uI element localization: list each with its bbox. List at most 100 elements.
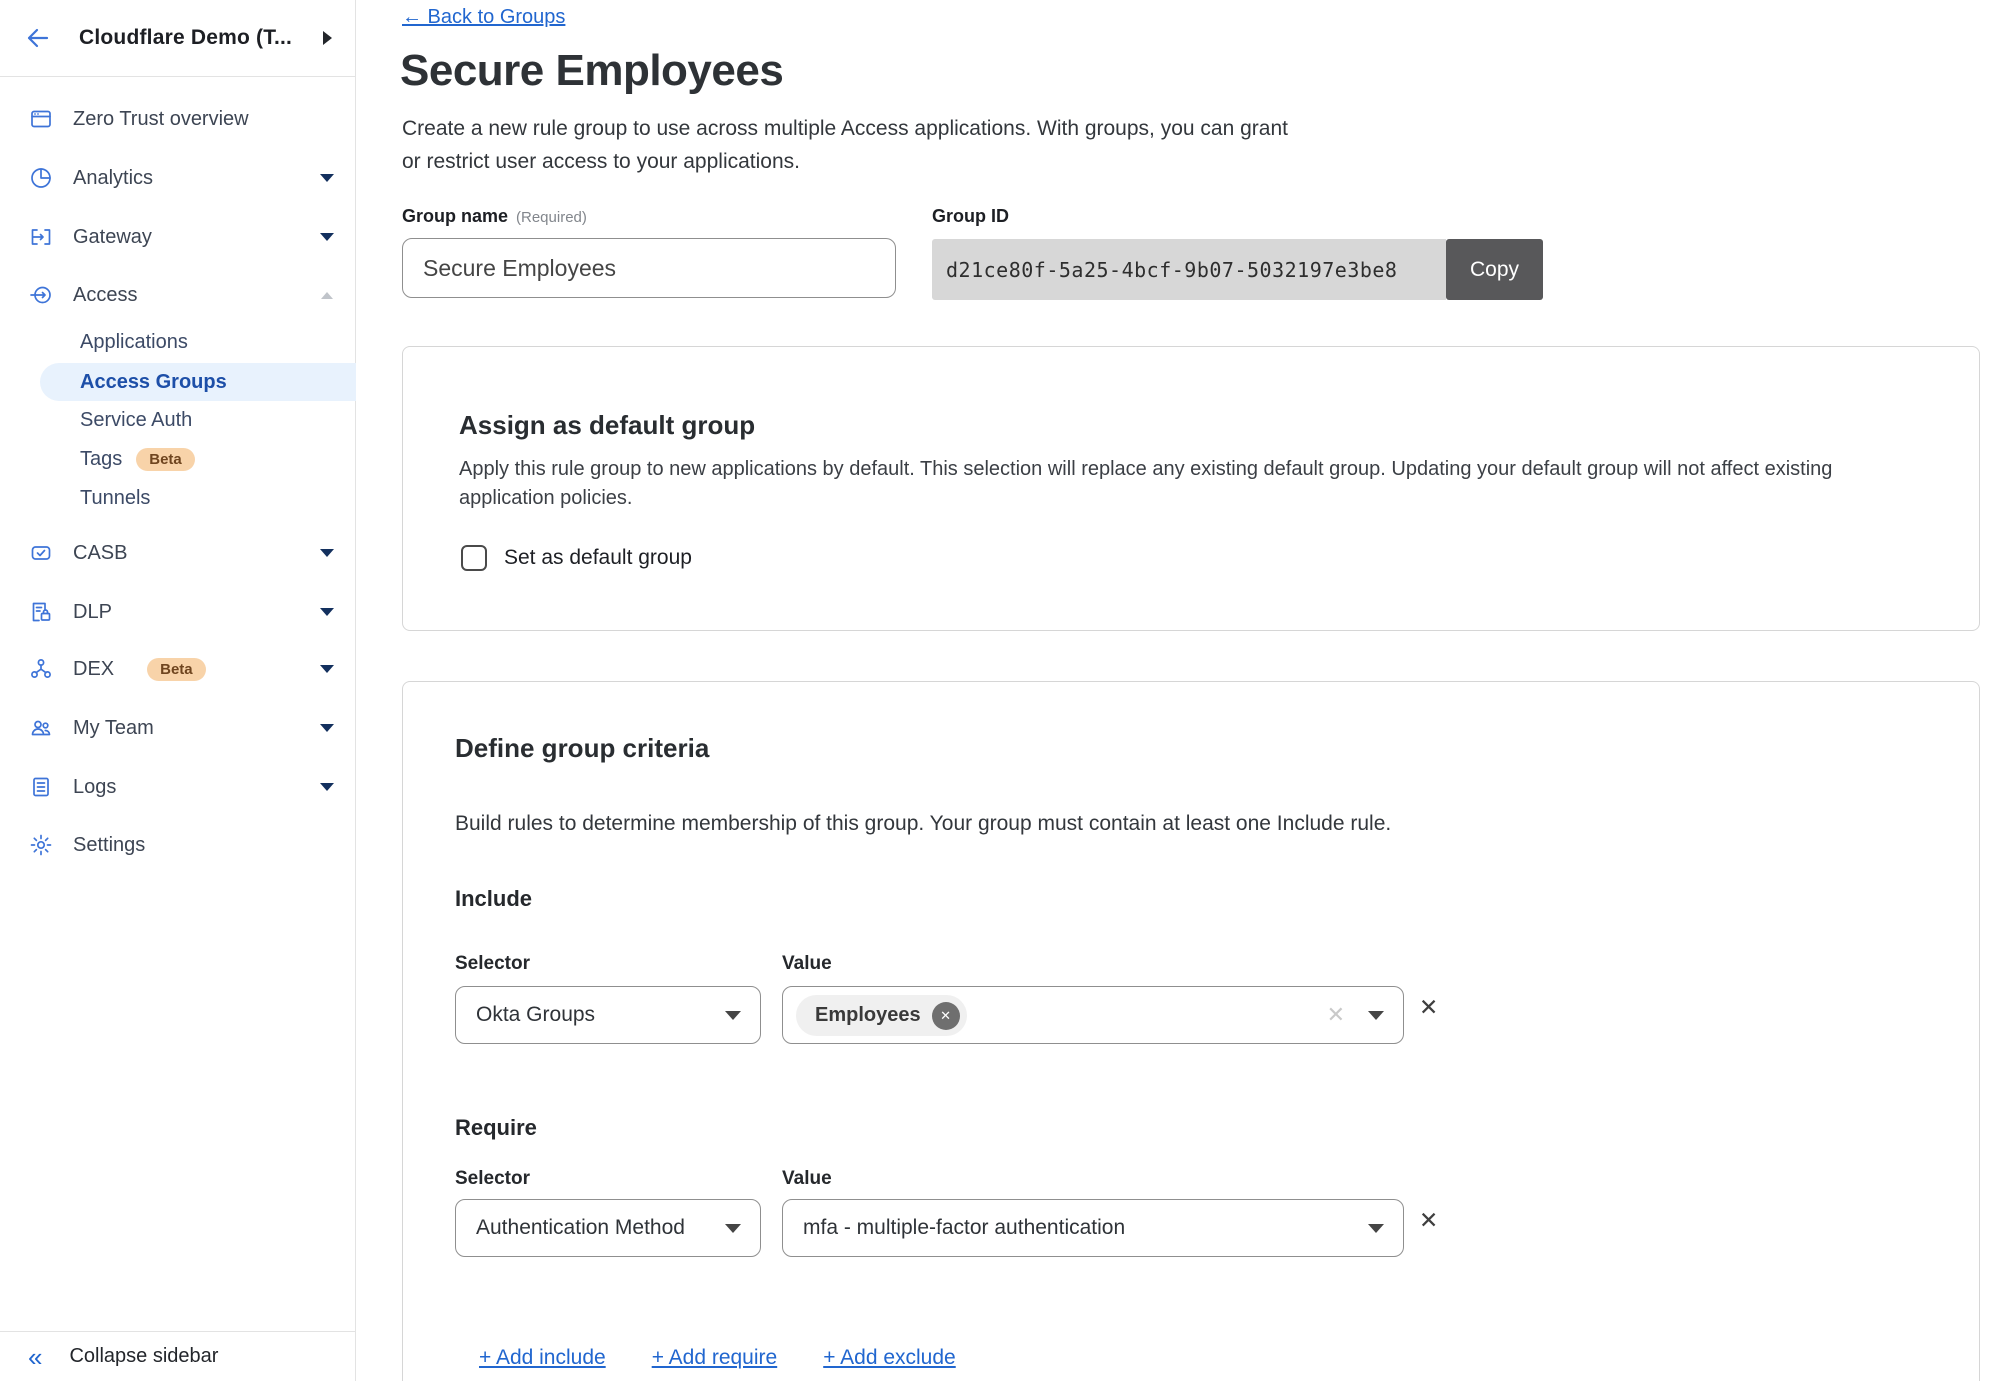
remove-include-rule-icon[interactable]: ✕ bbox=[1419, 996, 1438, 1019]
back-arrow-icon[interactable] bbox=[25, 25, 51, 51]
sidebar-item-label: Analytics bbox=[73, 167, 153, 190]
account-title: Cloudflare Demo (T... bbox=[79, 26, 292, 50]
chip-remove-icon[interactable]: ✕ bbox=[932, 1002, 960, 1030]
collapse-chevrons-icon: « bbox=[28, 1344, 42, 1370]
log-document-icon bbox=[28, 774, 54, 800]
require-heading: Require bbox=[455, 1115, 537, 1141]
clear-values-icon[interactable]: ✕ bbox=[1327, 1004, 1345, 1026]
sidebar-item-analytics[interactable]: Analytics bbox=[0, 158, 356, 198]
pie-chart-icon bbox=[28, 165, 54, 191]
remove-require-rule-icon[interactable]: ✕ bbox=[1419, 1209, 1438, 1232]
collapse-sidebar-button[interactable]: « Collapse sidebar bbox=[0, 1331, 356, 1381]
criteria-card-title: Define group criteria bbox=[455, 732, 709, 764]
collapse-sidebar-label: Collapse sidebar bbox=[69, 1345, 218, 1368]
zero-trust-access-group-page: Cloudflare Demo (T... Zero Trust overvie… bbox=[0, 0, 1999, 1381]
page-description: Create a new rule group to use across mu… bbox=[402, 112, 1288, 178]
sidebar-item-zero-trust-overview[interactable]: Zero Trust overview bbox=[0, 99, 356, 139]
set-default-group-label: Set as default group bbox=[504, 546, 692, 570]
chevron-down-icon bbox=[725, 1224, 741, 1233]
chevron-down-icon bbox=[320, 174, 334, 182]
page-title: Secure Employees bbox=[400, 46, 783, 96]
sidebar-item-applications[interactable]: Applications bbox=[0, 323, 356, 361]
sidebar-item-label: Settings bbox=[73, 834, 145, 857]
network-nodes-icon bbox=[28, 656, 54, 682]
default-group-card-title: Assign as default group bbox=[459, 409, 755, 441]
require-value-label: Value bbox=[782, 1168, 832, 1190]
include-value-label: Value bbox=[782, 953, 832, 975]
chevron-down-icon bbox=[320, 724, 334, 732]
casb-check-icon bbox=[28, 540, 54, 566]
sidebar-item-dex[interactable]: DEX Beta bbox=[0, 649, 356, 689]
sidebar-item-label: Tags bbox=[80, 448, 122, 471]
add-exclude-link[interactable]: + Add exclude bbox=[823, 1346, 956, 1370]
require-selector-value: Authentication Method bbox=[456, 1216, 685, 1240]
sidebar-item-label: Service Auth bbox=[80, 409, 192, 432]
include-selector-label: Selector bbox=[455, 953, 530, 975]
chevron-down-icon bbox=[320, 233, 334, 241]
page-description-line1: Create a new rule group to use across mu… bbox=[402, 112, 1288, 145]
criteria-card: Define group criteria Build rules to det… bbox=[402, 681, 1980, 1381]
include-heading: Include bbox=[455, 886, 532, 912]
sidebar-item-dlp[interactable]: DLP bbox=[0, 592, 356, 632]
sidebar-item-my-team[interactable]: My Team bbox=[0, 708, 356, 748]
add-include-link[interactable]: + Add include bbox=[479, 1346, 606, 1370]
default-group-card-description: Apply this rule group to new application… bbox=[459, 455, 1832, 513]
sidebar-item-access-groups[interactable]: Access Groups bbox=[40, 363, 356, 401]
include-selector-dropdown[interactable]: Okta Groups bbox=[455, 986, 761, 1044]
access-icon bbox=[28, 282, 54, 308]
sidebar-item-gateway[interactable]: Gateway bbox=[0, 217, 356, 257]
sidebar-item-tags[interactable]: Tags Beta bbox=[0, 440, 356, 478]
sidebar-item-settings[interactable]: Settings bbox=[0, 825, 356, 865]
chevron-down-icon bbox=[320, 549, 334, 557]
require-value-dropdown[interactable]: mfa - multiple-factor authentication bbox=[782, 1199, 1404, 1257]
chevron-down-icon bbox=[725, 1011, 741, 1020]
require-selector-label: Selector bbox=[455, 1168, 530, 1190]
sidebar-item-label: My Team bbox=[73, 717, 154, 740]
add-require-link[interactable]: + Add require bbox=[652, 1346, 778, 1370]
sidebar-item-tunnels[interactable]: Tunnels bbox=[0, 479, 356, 517]
chevron-down-icon bbox=[1368, 1224, 1384, 1233]
set-default-group-checkbox[interactable] bbox=[461, 545, 487, 571]
expand-account-icon[interactable] bbox=[323, 31, 332, 45]
include-value-multiselect[interactable]: Employees ✕ ✕ bbox=[782, 986, 1404, 1044]
add-rule-links: + Add include + Add require + Add exclud… bbox=[479, 1346, 956, 1370]
require-value: mfa - multiple-factor authentication bbox=[783, 1216, 1125, 1240]
beta-badge: Beta bbox=[136, 448, 195, 471]
sidebar: Cloudflare Demo (T... Zero Trust overvie… bbox=[0, 0, 356, 1381]
sidebar-item-label: DLP bbox=[73, 601, 112, 624]
sidebar-item-label: Access Groups bbox=[80, 371, 227, 394]
group-name-label: Group name(Required) bbox=[402, 206, 587, 227]
sidebar-item-label: Logs bbox=[73, 776, 116, 799]
sidebar-item-casb[interactable]: CASB bbox=[0, 533, 356, 573]
beta-badge: Beta bbox=[147, 658, 206, 681]
sidebar-item-logs[interactable]: Logs bbox=[0, 767, 356, 807]
chevron-down-icon bbox=[320, 665, 334, 673]
chevron-down-icon bbox=[320, 783, 334, 791]
employees-chip[interactable]: Employees ✕ bbox=[796, 995, 967, 1036]
group-id-label: Group ID bbox=[932, 206, 1009, 227]
default-group-card: Assign as default group Apply this rule … bbox=[402, 346, 1980, 631]
sidebar-item-label: Access bbox=[73, 284, 137, 307]
sidebar-item-label: Gateway bbox=[73, 226, 152, 249]
sidebar-item-label: Zero Trust overview bbox=[73, 108, 249, 131]
set-default-group-row: Set as default group bbox=[461, 545, 692, 571]
sidebar-item-label: DEX bbox=[73, 658, 114, 681]
chevron-up-icon bbox=[321, 292, 333, 299]
require-selector-dropdown[interactable]: Authentication Method bbox=[455, 1199, 761, 1257]
required-hint: (Required) bbox=[516, 209, 587, 226]
gear-icon bbox=[28, 832, 54, 858]
sidebar-item-access[interactable]: Access bbox=[0, 275, 356, 315]
page-description-line2: or restrict user access to your applicat… bbox=[402, 145, 1288, 178]
chip-label: Employees bbox=[815, 1004, 921, 1027]
chevron-down-icon bbox=[1368, 1011, 1384, 1020]
copy-group-id-button[interactable]: Copy bbox=[1446, 239, 1543, 300]
chevron-down-icon bbox=[320, 608, 334, 616]
sidebar-header: Cloudflare Demo (T... bbox=[0, 0, 356, 77]
gateway-icon bbox=[28, 224, 54, 250]
group-name-input[interactable] bbox=[402, 238, 896, 298]
sidebar-item-label: Applications bbox=[80, 331, 188, 354]
sidebar-item-label: Tunnels bbox=[80, 487, 150, 510]
group-id-value: d21ce80f-5a25-4bcf-9b07-5032197e3be8 bbox=[932, 239, 1446, 300]
back-to-groups-link[interactable]: ← Back to Groups bbox=[402, 6, 565, 29]
sidebar-item-service-auth[interactable]: Service Auth bbox=[0, 401, 356, 439]
